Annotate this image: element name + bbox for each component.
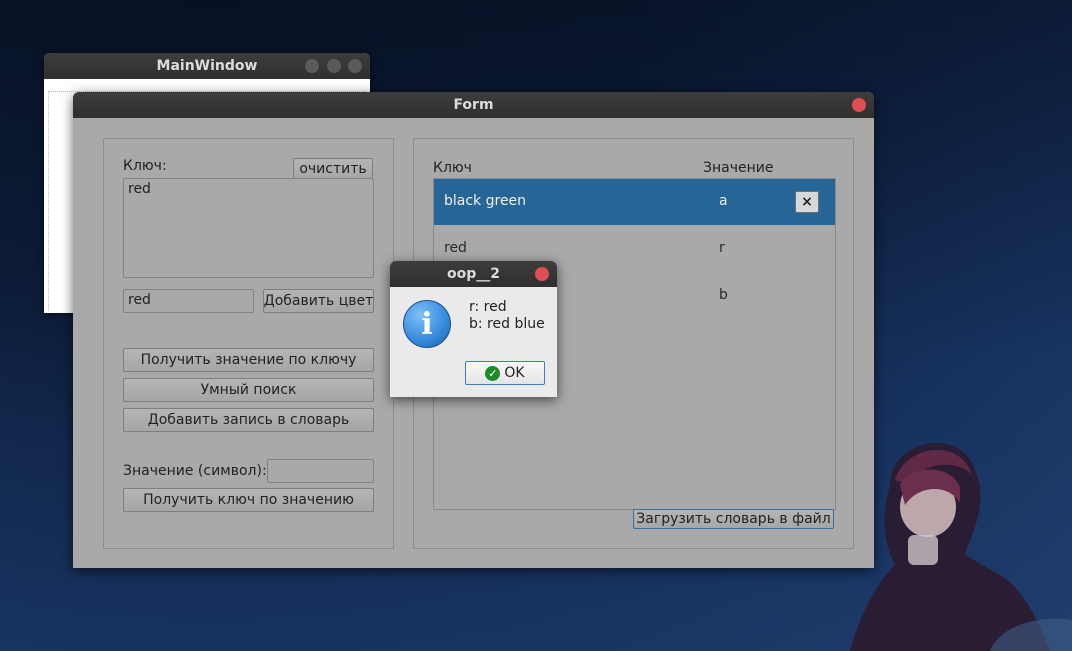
main-window-title: MainWindow xyxy=(156,58,258,74)
key-textarea[interactable]: red xyxy=(123,178,374,278)
form-titlebar[interactable]: Form xyxy=(73,92,874,118)
smart-search-button[interactable]: Умный поиск xyxy=(123,378,374,402)
form-close-button[interactable] xyxy=(852,98,866,112)
wallpaper-figure xyxy=(850,442,1072,651)
save-dictionary-button[interactable]: Загрузить словарь в файл xyxy=(633,509,834,529)
ok-button[interactable]: ✓ OK xyxy=(465,361,545,385)
message-titlebar[interactable]: oop__2 xyxy=(390,261,557,287)
item-key: black green xyxy=(444,193,527,209)
column-header-key: Ключ xyxy=(433,160,472,176)
ok-label: OK xyxy=(504,365,525,381)
message-dialog: oop__2 i r: red b: red blue ✓ OK xyxy=(390,261,557,397)
value-input[interactable] xyxy=(267,459,374,483)
clear-button[interactable]: очистить xyxy=(293,158,373,180)
item-value: b xyxy=(719,287,728,303)
delete-item-button[interactable]: × xyxy=(795,191,819,213)
main-window-divider xyxy=(48,91,51,311)
maximize-button[interactable] xyxy=(327,59,341,73)
form-title: Form xyxy=(453,97,494,113)
menubar xyxy=(48,81,366,92)
close-button[interactable] xyxy=(348,59,362,73)
value-label: Значение (символ): xyxy=(123,463,267,479)
message-line: r: red xyxy=(469,299,507,315)
list-item[interactable]: black green a × xyxy=(434,179,835,225)
key-label: Ключ: xyxy=(123,158,167,174)
get-key-button[interactable]: Получить ключ по значению xyxy=(123,488,374,512)
color-input[interactable]: red xyxy=(123,289,254,313)
message-line: b: red blue xyxy=(469,316,545,332)
item-value: a xyxy=(719,193,728,209)
column-header-value: Значение xyxy=(703,160,774,176)
get-value-button[interactable]: Получить значение по ключу xyxy=(123,348,374,372)
item-value: r xyxy=(719,240,725,256)
main-window-titlebar[interactable]: MainWindow xyxy=(44,53,370,79)
message-title: oop__2 xyxy=(447,266,500,282)
item-key: red xyxy=(444,240,467,256)
info-icon: i xyxy=(403,300,451,348)
minimize-button[interactable] xyxy=(305,59,319,73)
checkmark-icon: ✓ xyxy=(485,365,501,381)
add-entry-button[interactable]: Добавить запись в словарь xyxy=(123,408,374,432)
message-close-button[interactable] xyxy=(535,267,549,281)
add-color-button[interactable]: Добавить цвет xyxy=(263,289,374,313)
